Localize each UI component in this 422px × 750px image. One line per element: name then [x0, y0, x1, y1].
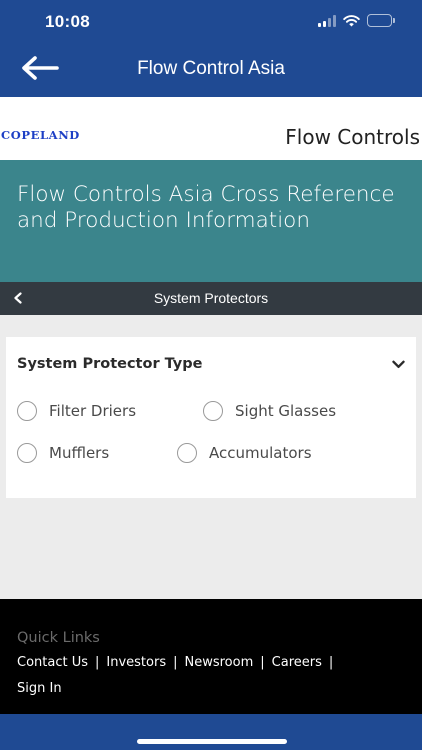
footer: Quick Links Contact Us | Investors | Newsroo…: [0, 599, 422, 714]
footer-link-contact-us[interactable]: Contact Us: [17, 655, 88, 670]
footer-link-newsroom[interactable]: Newsroom: [185, 655, 254, 670]
status-time: 10:08: [45, 12, 90, 31]
link-separator: |: [328, 655, 334, 670]
link-separator: |: [260, 655, 265, 670]
status-icons: [318, 14, 395, 27]
home-indicator[interactable]: [137, 739, 287, 744]
brand-bar: COPELAND Flow Controls: [0, 97, 422, 160]
radio-label: Accumulators: [209, 444, 312, 462]
collapse-toggle[interactable]: [388, 355, 408, 373]
hero-banner: Flow Controls Asia Cross Reference and P…: [0, 160, 422, 282]
footer-links: Contact Us | Investors | Newsroom | Careers | S…: [17, 650, 397, 702]
page-title: Flow Control Asia: [137, 58, 285, 79]
radio-button[interactable]: [177, 443, 197, 463]
radio-label: Sight Glasses: [235, 402, 337, 420]
link-separator: |: [95, 655, 100, 670]
radio-label: Mufflers: [49, 444, 110, 462]
subnav-title: System Protectors: [153, 290, 269, 306]
card-title: System Protector Type: [17, 356, 203, 372]
wifi-icon: [343, 14, 360, 26]
radio-option-accumulators[interactable]: Accumulators: [177, 443, 312, 463]
link-separator: |: [173, 655, 178, 670]
radio-button[interactable]: [17, 443, 37, 463]
signal-icon: [318, 14, 336, 27]
bottom-bar: [0, 714, 422, 750]
radio-button[interactable]: [203, 401, 223, 421]
radio-option-filter-driers[interactable]: Filter Driers: [17, 401, 136, 421]
hero-title: Flow Controls Asia Cross Reference and P…: [17, 182, 395, 233]
radio-option-sight-glasses[interactable]: Sight Glasses: [203, 401, 336, 421]
app-header: Flow Control Asia: [0, 44, 422, 97]
radio-label: Filter Driers: [49, 402, 137, 420]
section-title: Flow Controls: [285, 125, 420, 149]
footer-link-sign-in[interactable]: Sign In: [17, 681, 62, 696]
chevron-down-icon: [391, 360, 405, 368]
subnav-bar: System Protectors: [0, 282, 422, 315]
status-bar: 10:08: [0, 0, 422, 44]
system-protector-type-card: System Protector Type Filter Driers Sigh…: [6, 337, 416, 498]
radio-option-mufflers[interactable]: Mufflers: [17, 443, 109, 463]
copeland-logo[interactable]: COPELAND: [1, 128, 80, 142]
quick-links-title: Quick Links: [17, 630, 100, 646]
footer-link-investors[interactable]: Investors: [106, 655, 166, 670]
battery-icon: [367, 14, 395, 27]
footer-link-careers[interactable]: Careers: [272, 655, 322, 670]
radio-button[interactable]: [17, 401, 37, 421]
